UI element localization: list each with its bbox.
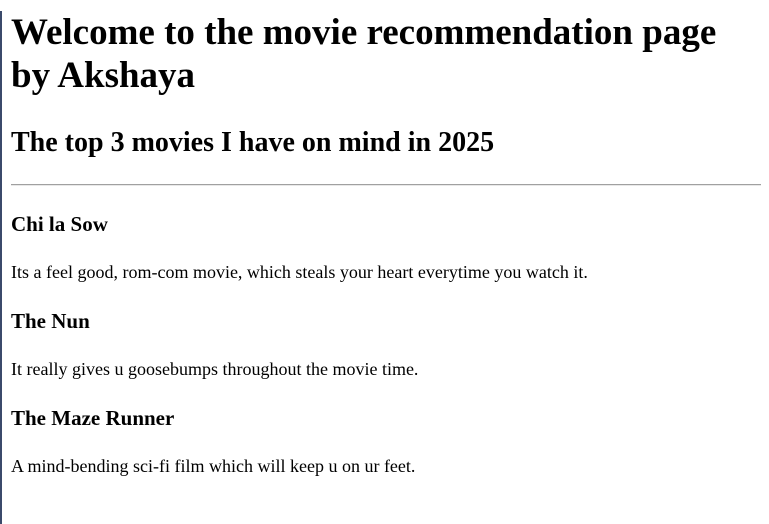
page-subtitle: The top 3 movies I have on mind in 2025 [11, 127, 495, 158]
movie-item-the-nun: The Nun It really gives u goosebumps thr… [11, 309, 761, 380]
page-body: { "page": { "title": "Welcome to the mov… [0, 11, 769, 524]
page-content: Welcome to the movie recommendation page… [2, 11, 769, 477]
movie-title: The Maze Runner [11, 406, 175, 430]
movie-item-chi-la-sow: Chi la Sow Its a feel good, rom-com movi… [11, 212, 761, 283]
movie-description: A mind-bending sci-fi film which will ke… [11, 456, 416, 476]
movie-description: Its a feel good, rom-com movie, which st… [11, 262, 588, 282]
movie-item-the-maze-runner: The Maze Runner A mind-bending sci-fi fi… [11, 406, 761, 477]
divider [11, 184, 761, 186]
movie-title: The Nun [11, 309, 90, 333]
page-title: Welcome to the movie recommendation page… [11, 12, 717, 96]
movie-title: Chi la Sow [11, 212, 108, 236]
movie-description: It really gives u goosebumps throughout … [11, 359, 419, 379]
